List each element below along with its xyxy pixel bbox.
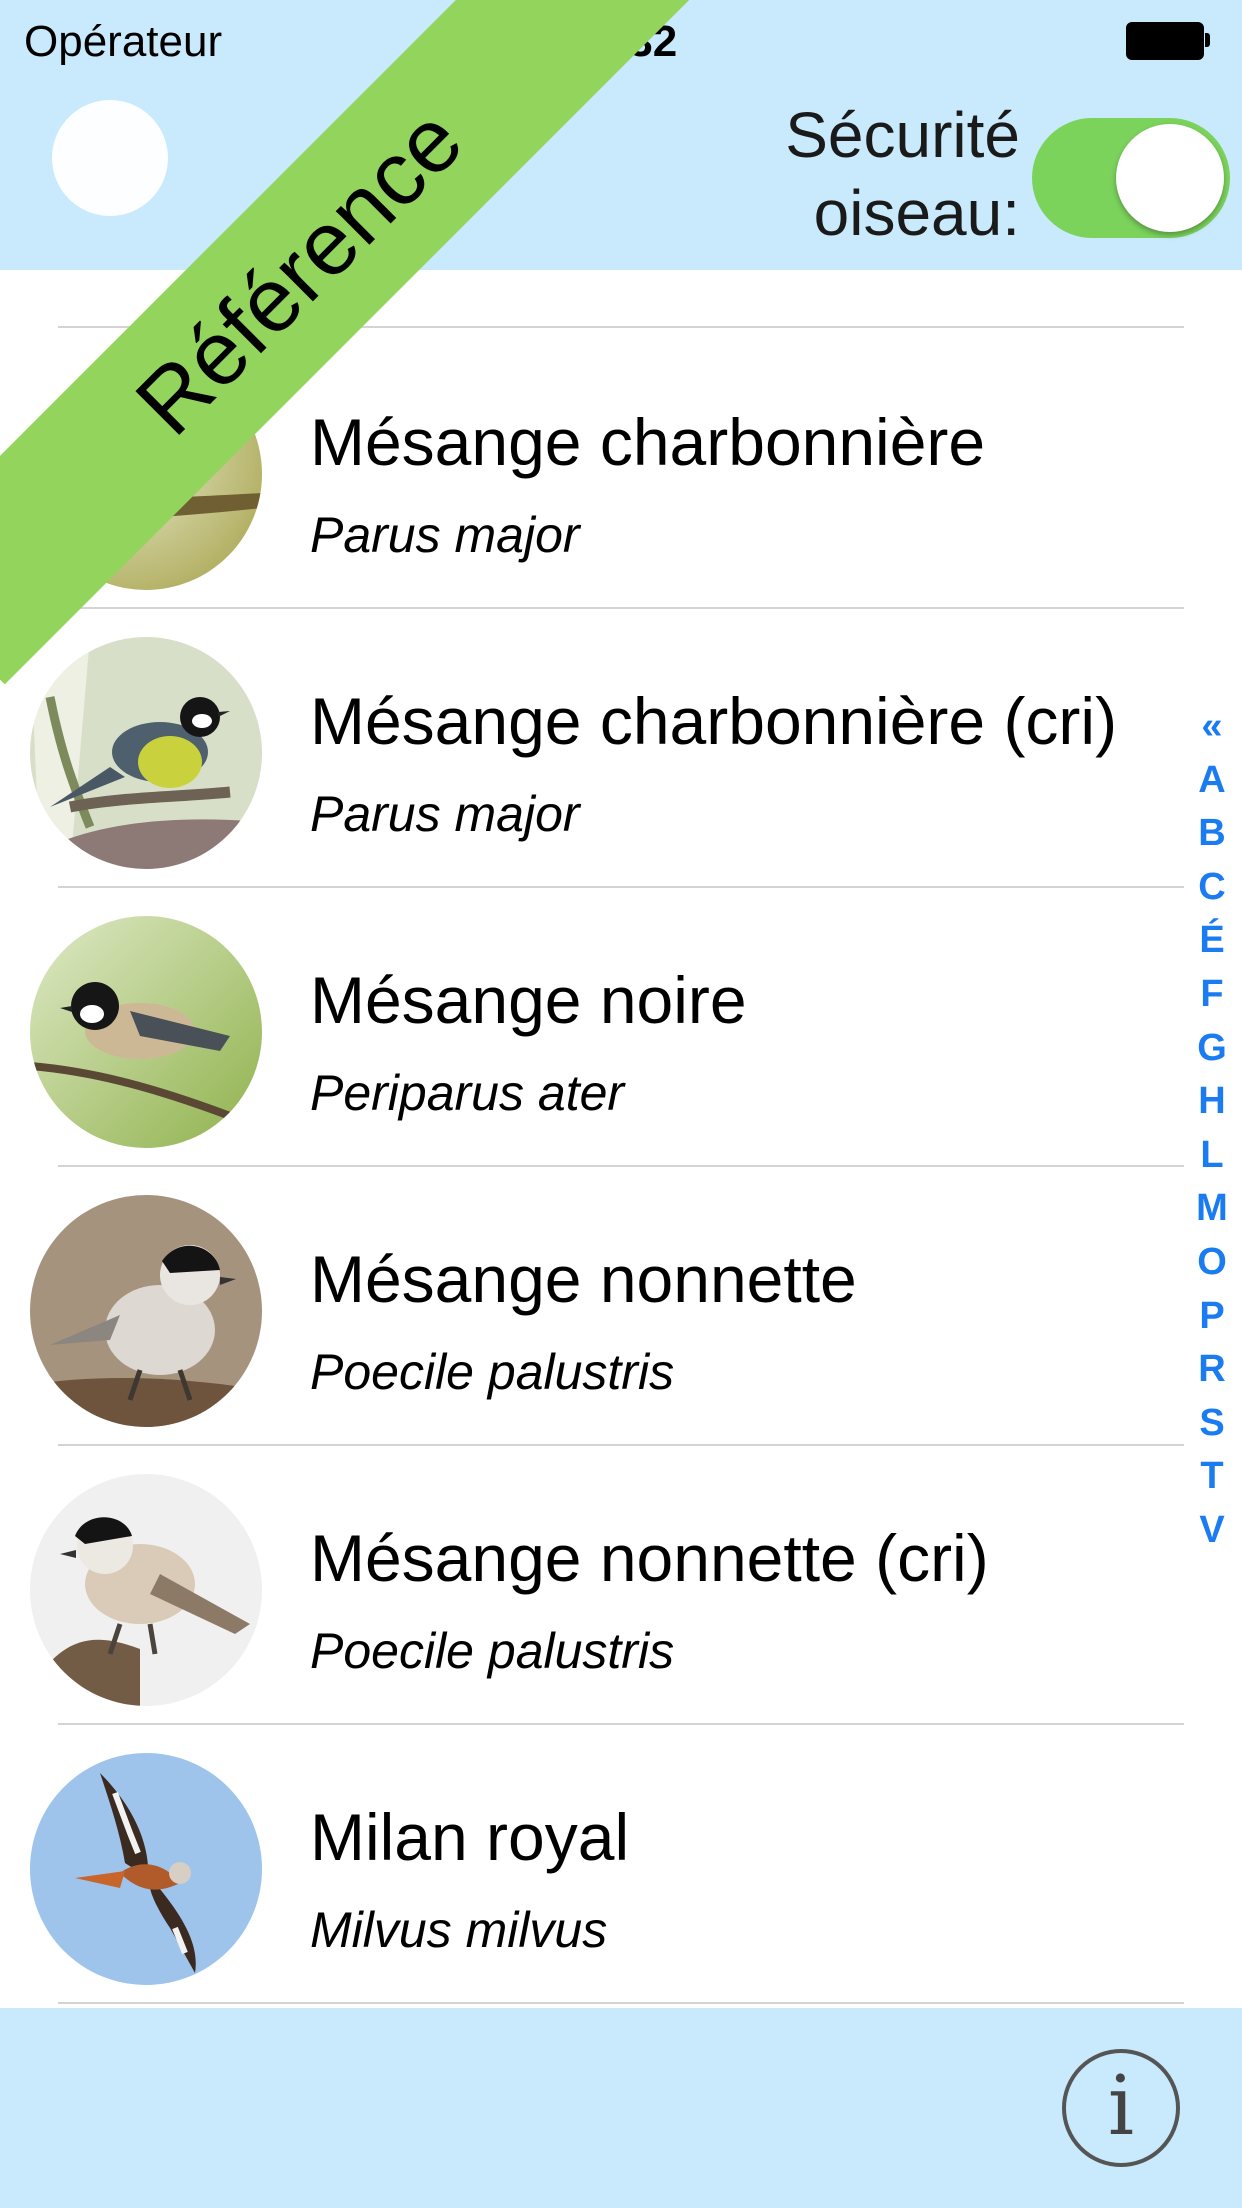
index-letter-e-acute[interactable]: É: [1190, 914, 1234, 968]
bird-common-name: Mésange charbonnière (cri): [310, 684, 1118, 758]
index-letter-f[interactable]: F: [1190, 968, 1234, 1022]
index-letter-top[interactable]: «: [1190, 700, 1234, 754]
bird-common-name: Mésange nonnette (cri): [310, 1521, 989, 1595]
list-item[interactable]: Mésange charbonnière (cri) Parus major: [0, 609, 1242, 888]
list-item[interactable]: Mésange nonnette (cri) Poecile palustris: [0, 1446, 1242, 1725]
index-letter-m[interactable]: M: [1190, 1182, 1234, 1236]
bird-latin-name: Poecile palustris: [310, 1623, 675, 1679]
bird-photo-marsh-tit: [30, 1195, 262, 1427]
bird-photo-red-kite: [30, 1753, 262, 1985]
bird-common-name: Milan royal: [310, 1800, 630, 1874]
index-letter-c[interactable]: C: [1190, 861, 1234, 915]
list-divider: [58, 326, 1184, 328]
index-letter-b[interactable]: B: [1190, 807, 1234, 861]
bird-safety-toggle[interactable]: [1032, 118, 1230, 238]
index-letter-g[interactable]: G: [1190, 1022, 1234, 1076]
bird-photo-great-tit-call: [30, 637, 262, 869]
carrier-label: Opérateur: [24, 17, 223, 66]
bird-latin-name: Poecile palustris: [310, 1344, 675, 1400]
list-item[interactable]: Milan royal Milvus milvus: [0, 1725, 1242, 2004]
index-letter-l[interactable]: L: [1190, 1129, 1234, 1183]
bottom-toolbar: [0, 2008, 1242, 2208]
bird-safety-label: Sécurité oiseau:: [785, 99, 1020, 249]
battery-icon: [1126, 22, 1210, 60]
index-letter-t[interactable]: T: [1190, 1450, 1234, 1504]
index-letter-s[interactable]: S: [1190, 1397, 1234, 1451]
bird-latin-name: Parus major: [310, 786, 580, 842]
index-letter-p[interactable]: P: [1190, 1290, 1234, 1344]
status-time: 09:32: [564, 17, 678, 66]
bird-photo-coal-tit: [30, 916, 262, 1148]
list-item[interactable]: Mésange charbonnière Parus major: [0, 330, 1242, 609]
index-letter-a[interactable]: A: [1190, 754, 1234, 808]
info-icon[interactable]: i: [1062, 2049, 1180, 2167]
alphabet-index[interactable]: « A B C É F G H L M O P R S T V: [1190, 700, 1234, 1558]
bird-common-name: Mésange noire: [310, 963, 747, 1037]
list-divider: [58, 2002, 1184, 2004]
bird-latin-name: Parus major: [310, 507, 580, 563]
list-item[interactable]: Mésange noire Periparus ater: [0, 888, 1242, 1167]
toggle-knob: [1116, 124, 1224, 232]
index-letter-h[interactable]: H: [1190, 1075, 1234, 1129]
index-letter-o[interactable]: O: [1190, 1236, 1234, 1290]
bird-list: Mésange charbonnière Parus major Mésange…: [0, 270, 1242, 2008]
bird-common-name: Mésange charbonnière: [310, 405, 986, 479]
bird-photo-great-tit: [30, 358, 262, 590]
index-letter-r[interactable]: R: [1190, 1343, 1234, 1397]
index-letter-v[interactable]: V: [1190, 1504, 1234, 1558]
bird-photo-marsh-tit-call: [30, 1474, 262, 1706]
back-button[interactable]: [52, 100, 168, 216]
bird-latin-name: Periparus ater: [310, 1065, 625, 1121]
bird-latin-name: Milvus milvus: [310, 1902, 608, 1958]
bird-common-name: Mésange nonnette: [310, 1242, 857, 1316]
list-item[interactable]: Mésange nonnette Poecile palustris: [0, 1167, 1242, 1446]
status-bar: Opérateur 09:32: [0, 0, 1242, 80]
